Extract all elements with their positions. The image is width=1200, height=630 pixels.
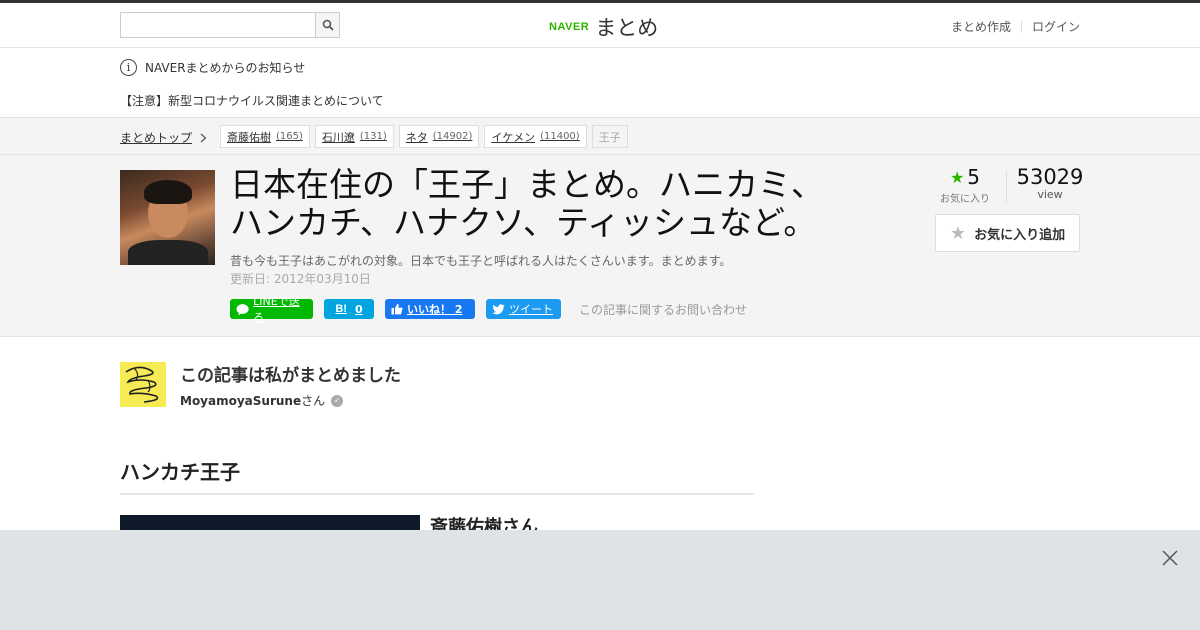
hatena-bookmark-button[interactable]: B! 0 [324, 299, 374, 319]
notice-heading: i NAVERまとめからのお知らせ [120, 59, 305, 76]
article-header-section: まとめトップ 斎藤佑樹 (165) 石川遼 (131) ネタ (14902) イ… [0, 118, 1200, 337]
article-title: 日本在住の「王子」まとめ。ハニカミ、 ハンカチ、ハナクソ、ティッシュなど。 [230, 166, 870, 242]
favorites-count: 5 [967, 165, 981, 189]
breadcrumb-home[interactable]: まとめトップ [120, 129, 207, 146]
add-favorite-label: お気に入り追加 [974, 227, 1066, 243]
star-icon: ★ [949, 167, 965, 187]
tag-ouji: 王子 [591, 125, 628, 148]
share-buttons: LINEで送る B! 0 いいね！ 2 ツイート この記事に関するお問い合わせ [230, 295, 747, 324]
tweet-label: ツイート [509, 303, 553, 316]
facebook-like-button[interactable]: いいね！ 2 [385, 299, 475, 319]
views-label: view [1037, 188, 1063, 201]
breadcrumb-home-label: まとめトップ [120, 131, 193, 145]
line-icon [236, 303, 249, 315]
views-stat: 53029 view [1015, 165, 1085, 201]
breadcrumb: まとめトップ 斎藤佑樹 (165) 石川遼 (131) ネタ (14902) イ… [0, 118, 1200, 155]
article-stats: ★ 5 お気に入り 53029 view [935, 165, 1083, 215]
tag-label: 石川遼 [321, 130, 355, 144]
logo-brand: NAVER [549, 21, 590, 33]
inquiry-link[interactable]: この記事に関するお問い合わせ [579, 301, 747, 318]
author-name-link[interactable]: MoyamoyaSurune [180, 394, 301, 408]
tag-ishikawa[interactable]: 石川遼 (131) [314, 125, 394, 148]
article-description: 昔も今も王子はあこがれの対象。日本でも王子と呼ばれる人はたくさんいます。まとめま… [230, 254, 732, 268]
article-head: 日本在住の「王子」まとめ。ハニカミ、 ハンカチ、ハナクソ、ティッシュなど。 昔も… [0, 155, 1200, 336]
facebook-like-label: いいね！ 2 [407, 303, 463, 316]
site-header: NAVER まとめ まとめ作成 ログイン [0, 3, 1200, 48]
line-share-button[interactable]: LINEで送る [230, 295, 313, 324]
chevron-right-icon [200, 133, 207, 142]
close-icon [1162, 550, 1178, 566]
tag-count: (165) [276, 131, 303, 142]
create-matome-link[interactable]: まとめ作成 [951, 18, 1011, 35]
header-links: まとめ作成 ログイン [951, 18, 1080, 35]
article-updated-date: 更新日: 2012年03月10日 [230, 272, 371, 286]
tag-label: ネタ [405, 130, 428, 144]
favorites-label: お気に入り [940, 194, 990, 205]
twitter-bird-icon [492, 303, 505, 314]
tag-neta[interactable]: ネタ (14902) [398, 125, 480, 148]
tag-list: 斎藤佑樹 (165) 石川遼 (131) ネタ (14902) イケメン (11… [220, 125, 628, 148]
tag-label: 斎藤佑樹 [227, 130, 271, 144]
tag-count: (131) [359, 131, 387, 142]
tag-count: (11400) [540, 131, 580, 142]
verified-icon: ✓ [331, 394, 344, 407]
star-outline-icon: ★ [949, 222, 967, 244]
tag-count: (14902) [432, 131, 473, 142]
add-favorite-button[interactable]: ★ お気に入り追加 [935, 214, 1080, 252]
tag-label: 王子 [598, 130, 621, 144]
search-box [120, 12, 340, 38]
header-divider [1020, 20, 1022, 33]
search-icon [322, 19, 334, 31]
info-icon: i [120, 59, 137, 76]
stats-divider [1006, 171, 1007, 203]
author-heading: この記事は私がまとめました [180, 366, 401, 386]
twitter-tweet-button[interactable]: ツイート [486, 299, 561, 319]
section-heading: ハンカチ王子 [120, 456, 754, 495]
author-name-suffix: さん [301, 394, 326, 408]
tag-label: イケメン [491, 130, 536, 144]
tag-saito[interactable]: 斎藤佑樹 (165) [220, 125, 310, 148]
thumbs-up-icon [391, 303, 403, 315]
author-avatar[interactable] [120, 362, 166, 407]
article-title-line2: ハンカチ、ハナクソ、ティッシュなど。 [230, 203, 817, 242]
search-button[interactable] [315, 12, 340, 38]
favorites-stat: ★ 5 お気に入り [940, 165, 990, 205]
author-name-row: MoyamoyaSuruneさん ✓ [180, 392, 344, 409]
article-thumbnail [120, 170, 215, 265]
article-title-line1: 日本在住の「王子」まとめ。ハニカミ、 [230, 165, 824, 204]
notice-area: i NAVERまとめからのお知らせ 【注意】新型コロナウイルス関連まとめについて [0, 48, 1200, 118]
hatena-count: 0 [354, 302, 363, 316]
views-count: 53029 [1016, 165, 1084, 189]
line-share-label: LINEで送る [253, 295, 300, 324]
notice-heading-label: NAVERまとめからのお知らせ [145, 61, 306, 75]
hatena-icon: B! [335, 303, 347, 315]
ad-overlay [0, 530, 1200, 630]
naver-matome-logo[interactable]: NAVER まとめ [549, 12, 658, 42]
notice-link[interactable]: 【注意】新型コロナウイルス関連まとめについて [120, 92, 384, 109]
ad-close-button[interactable] [1160, 548, 1180, 568]
search-input[interactable] [120, 12, 315, 38]
tag-ikemen[interactable]: イケメン (11400) [484, 125, 587, 148]
login-link[interactable]: ログイン [1032, 18, 1080, 35]
logo-name: まとめ [595, 16, 659, 40]
